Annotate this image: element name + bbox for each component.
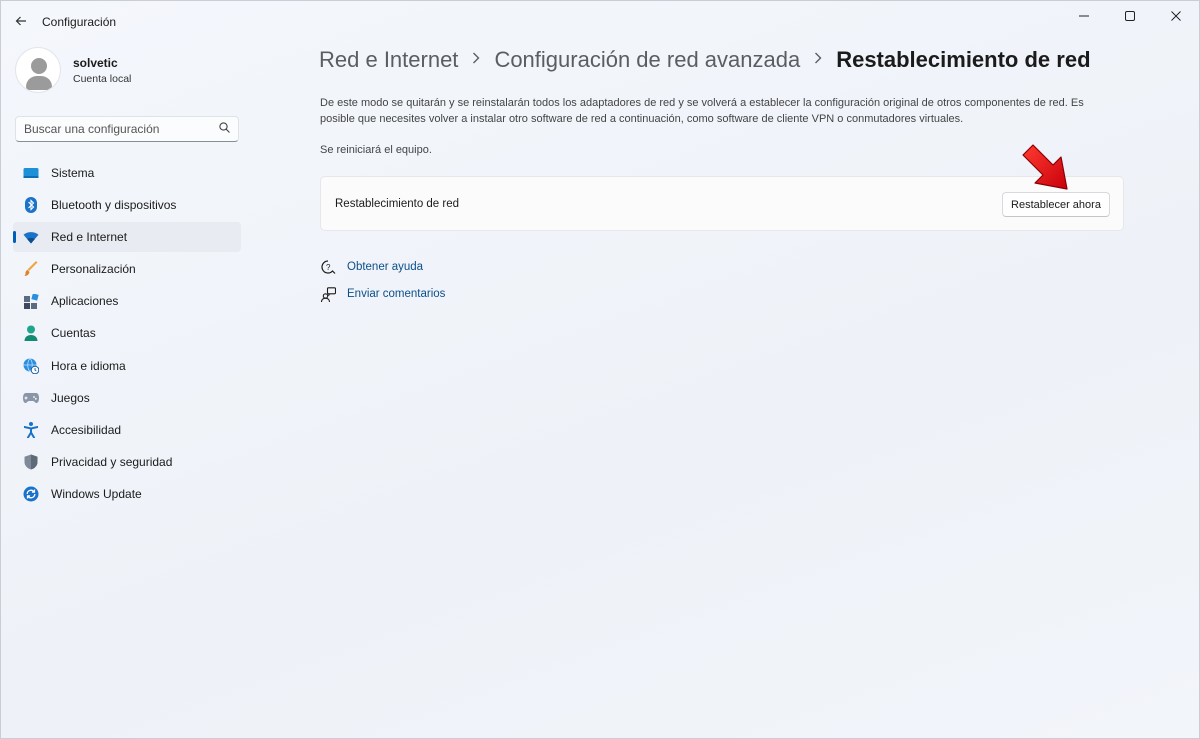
brush-icon bbox=[23, 261, 39, 277]
chevron-right-icon bbox=[472, 51, 480, 69]
sidebar-item-red-internet[interactable]: Red e Internet bbox=[13, 222, 241, 253]
settings-search bbox=[15, 116, 239, 142]
get-help-label: Obtener ayuda bbox=[347, 261, 424, 273]
network-reset-card: Restablecimiento de red Restablecer ahor… bbox=[320, 176, 1124, 231]
account-type: Cuenta local bbox=[73, 72, 132, 85]
page-title: Restablecimiento de red bbox=[836, 47, 1091, 72]
sidebar-item-privacidad[interactable]: Privacidad y seguridad bbox=[13, 447, 241, 477]
network-reset-label: Restablecimiento de red bbox=[335, 198, 460, 210]
sidebar-item-label: Red e Internet bbox=[51, 230, 128, 245]
shield-icon bbox=[23, 454, 39, 470]
sidebar-item-label: Juegos bbox=[51, 390, 90, 405]
breadcrumb-item-config-red-avanzada[interactable]: Configuración de red avanzada bbox=[494, 47, 800, 73]
maximize-button[interactable] bbox=[1107, 1, 1153, 31]
feedback-icon bbox=[320, 286, 336, 302]
sidebar-item-juegos[interactable]: Juegos bbox=[13, 383, 241, 413]
sidebar-item-label: Sistema bbox=[51, 166, 95, 180]
sidebar-item-hora-idioma[interactable]: Hora e idioma bbox=[13, 351, 241, 381]
sidebar-item-windows-update[interactable]: Windows Update bbox=[13, 479, 241, 509]
search-icon[interactable] bbox=[219, 122, 230, 136]
send-feedback-link[interactable]: Enviar comentarios bbox=[320, 286, 445, 302]
title-bar: Configuración bbox=[1, 1, 1199, 41]
get-help-link[interactable]: ? Obtener ayuda bbox=[320, 259, 423, 275]
sidebar-item-sistema[interactable]: Sistema bbox=[13, 158, 241, 188]
user-profile[interactable]: solvetic Cuenta local bbox=[15, 47, 131, 93]
breadcrumb: Red e Internet Configuración de red avan… bbox=[319, 47, 1091, 73]
close-icon bbox=[1171, 11, 1181, 21]
sidebar-item-label: Personalización bbox=[51, 262, 136, 277]
sidebar-item-label: Privacidad y seguridad bbox=[51, 454, 173, 469]
search-input[interactable] bbox=[24, 122, 219, 136]
window-controls bbox=[1061, 1, 1199, 31]
person-icon bbox=[23, 325, 39, 342]
sidebar-item-label: Cuentas bbox=[51, 326, 96, 341]
sidebar-item-label: Windows Update bbox=[51, 486, 142, 501]
bluetooth-icon bbox=[23, 197, 39, 214]
wifi-icon bbox=[23, 229, 39, 245]
svg-text:?: ? bbox=[326, 263, 331, 272]
send-feedback-label: Enviar comentarios bbox=[347, 288, 446, 300]
gamepad-icon bbox=[23, 390, 39, 406]
globe-clock-icon bbox=[23, 357, 39, 374]
restart-note: Se reiniciará el equipo. bbox=[320, 144, 432, 156]
avatar bbox=[15, 47, 61, 93]
sidebar-item-label: Bluetooth y dispositivos bbox=[51, 198, 177, 213]
user-name: solvetic bbox=[73, 55, 118, 70]
sidebar-item-personalizacion[interactable]: Personalización bbox=[13, 254, 241, 284]
back-button[interactable] bbox=[7, 9, 35, 33]
sidebar-nav: Sistema Bluetooth y dispositivos Red e I… bbox=[13, 158, 241, 511]
sidebar-item-label: Aplicaciones bbox=[51, 294, 119, 309]
maximize-icon bbox=[1125, 11, 1135, 21]
minimize-button[interactable] bbox=[1061, 1, 1107, 31]
apps-icon bbox=[23, 293, 39, 309]
breadcrumb-item-red-internet[interactable]: Red e Internet bbox=[319, 47, 458, 73]
accessibility-icon bbox=[23, 421, 39, 438]
chevron-right-icon bbox=[814, 51, 822, 69]
help-icon: ? bbox=[320, 259, 336, 275]
app-title: Configuración bbox=[42, 15, 117, 29]
sidebar-item-bluetooth[interactable]: Bluetooth y dispositivos bbox=[13, 190, 241, 220]
sidebar-item-label: Hora e idioma bbox=[51, 358, 126, 373]
update-icon bbox=[23, 486, 39, 502]
back-arrow-icon bbox=[15, 16, 26, 26]
minimize-icon bbox=[1079, 15, 1089, 17]
sidebar-item-accesibilidad[interactable]: Accesibilidad bbox=[13, 415, 241, 445]
sidebar-item-cuentas[interactable]: Cuentas bbox=[13, 318, 241, 348]
display-icon bbox=[23, 165, 39, 181]
sidebar-item-label: Accesibilidad bbox=[51, 422, 122, 437]
close-button[interactable] bbox=[1153, 1, 1199, 31]
settings-window: Configuración solvetic Cuenta local Busc… bbox=[0, 0, 1200, 739]
sidebar-item-aplicaciones[interactable]: Aplicaciones bbox=[13, 286, 241, 316]
reset-description: De este modo se quitarán y se reinstalar… bbox=[320, 97, 1084, 125]
red-arrow-icon bbox=[1022, 144, 1068, 190]
